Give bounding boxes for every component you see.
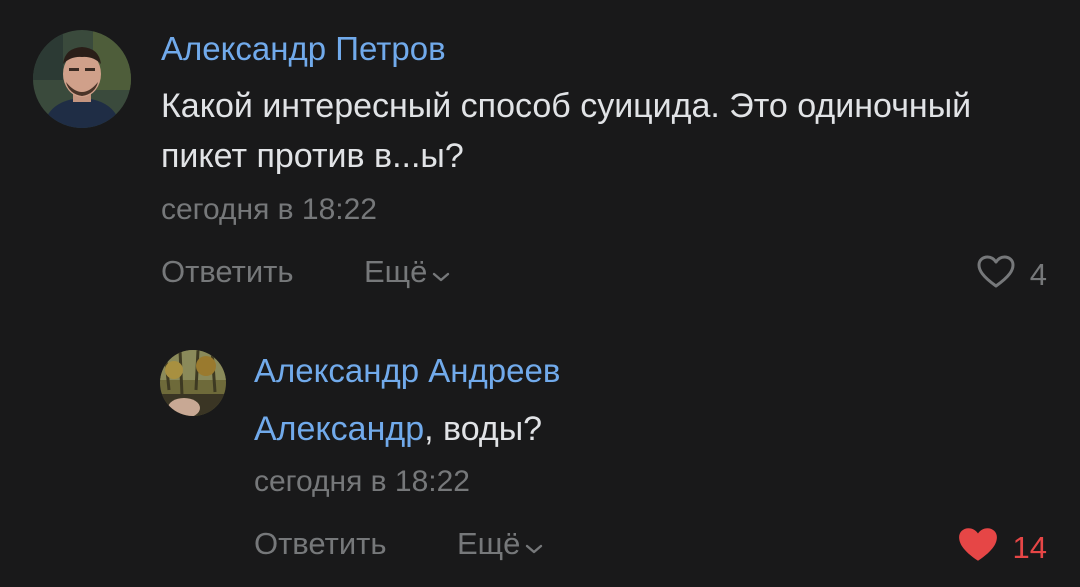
comment-timestamp: сегодня в 18:22	[254, 465, 470, 498]
heart-outline-icon	[976, 254, 1016, 295]
like-count: 4	[1029, 256, 1047, 292]
chevron-down-icon	[431, 256, 451, 292]
like-button[interactable]: 4	[976, 254, 1047, 295]
chevron-down-icon	[524, 528, 544, 564]
reply-comment: Александр Андреев Александр, воды? сегод…	[0, 0, 1080, 565]
mention-link[interactable]: Александр	[254, 410, 424, 448]
comment-text-body: , воды?	[424, 410, 543, 448]
like-count: 14	[1012, 529, 1047, 565]
reply-button[interactable]: Ответить	[161, 254, 294, 290]
more-button[interactable]: Ещё	[364, 254, 451, 292]
comment-author[interactable]: Александр Андреев	[254, 352, 560, 390]
more-label: Ещё	[364, 254, 428, 289]
comment-text: Александр, воды?	[254, 404, 954, 454]
reply-button[interactable]: Ответить	[254, 526, 387, 562]
heart-filled-icon	[957, 526, 999, 569]
more-label: Ещё	[457, 526, 521, 561]
like-button[interactable]: 14	[957, 526, 1047, 569]
more-button[interactable]: Ещё	[457, 526, 544, 564]
avatar[interactable]	[160, 350, 226, 416]
